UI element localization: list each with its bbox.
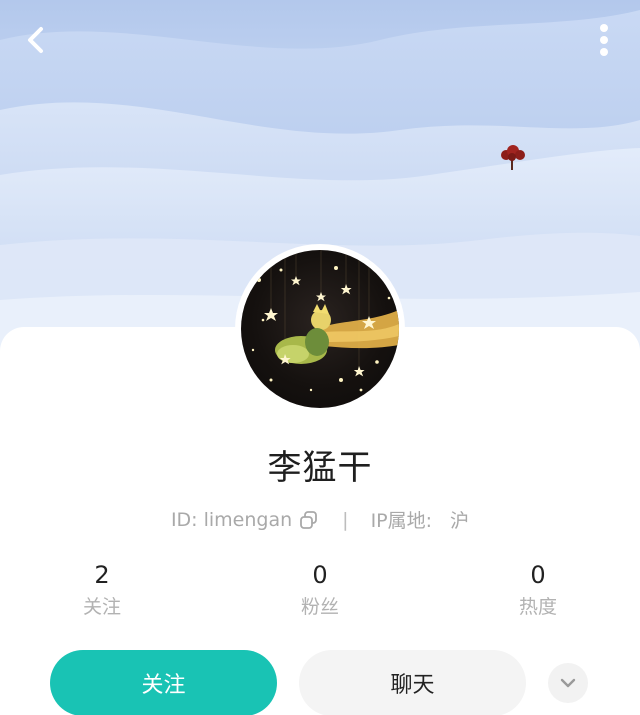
chat-button[interactable]: 聊天 [299,650,526,715]
ip-location-label: IP属地: [370,510,433,532]
profile-meta-row: ID: limengan | IP属地: 沪 [0,506,640,533]
ip-location-value: 沪 [450,510,470,532]
stat-value: 0 [312,561,328,589]
user-id-label: ID: limengan [170,508,293,531]
chevron-down-icon [560,678,576,688]
stat-label: 热度 [518,596,557,618]
copy-icon[interactable] [298,509,320,531]
profile-name: 李猛干 [267,448,373,488]
stat-label: 关注 [82,596,121,618]
more-options-button[interactable] [586,20,622,60]
stat-value: 0 [530,561,546,589]
stat-popularity[interactable]: 0 热度 [478,560,598,622]
profile-stats: 2 关注 0 粉丝 0 热度 [0,560,640,626]
avatar[interactable] [235,244,405,414]
meta-divider: | [342,508,349,531]
stat-following[interactable]: 2 关注 [42,560,162,622]
vertical-dots-icon [600,24,608,56]
chevron-left-icon [28,27,43,53]
avatar-image [241,250,399,408]
profile-actions: 关注 聊天 [0,650,640,715]
stat-followers[interactable]: 0 粉丝 [260,560,380,622]
back-button[interactable] [18,22,54,58]
expand-button[interactable] [548,663,588,703]
starry-prince-illustration [251,250,399,392]
stat-label: 粉丝 [300,596,339,618]
stat-value: 2 [94,561,110,589]
follow-button[interactable]: 关注 [50,650,277,715]
profile-screen: 李猛干 ID: limengan | IP属地: 沪 2 关注 0 粉丝 0 热… [0,0,640,715]
